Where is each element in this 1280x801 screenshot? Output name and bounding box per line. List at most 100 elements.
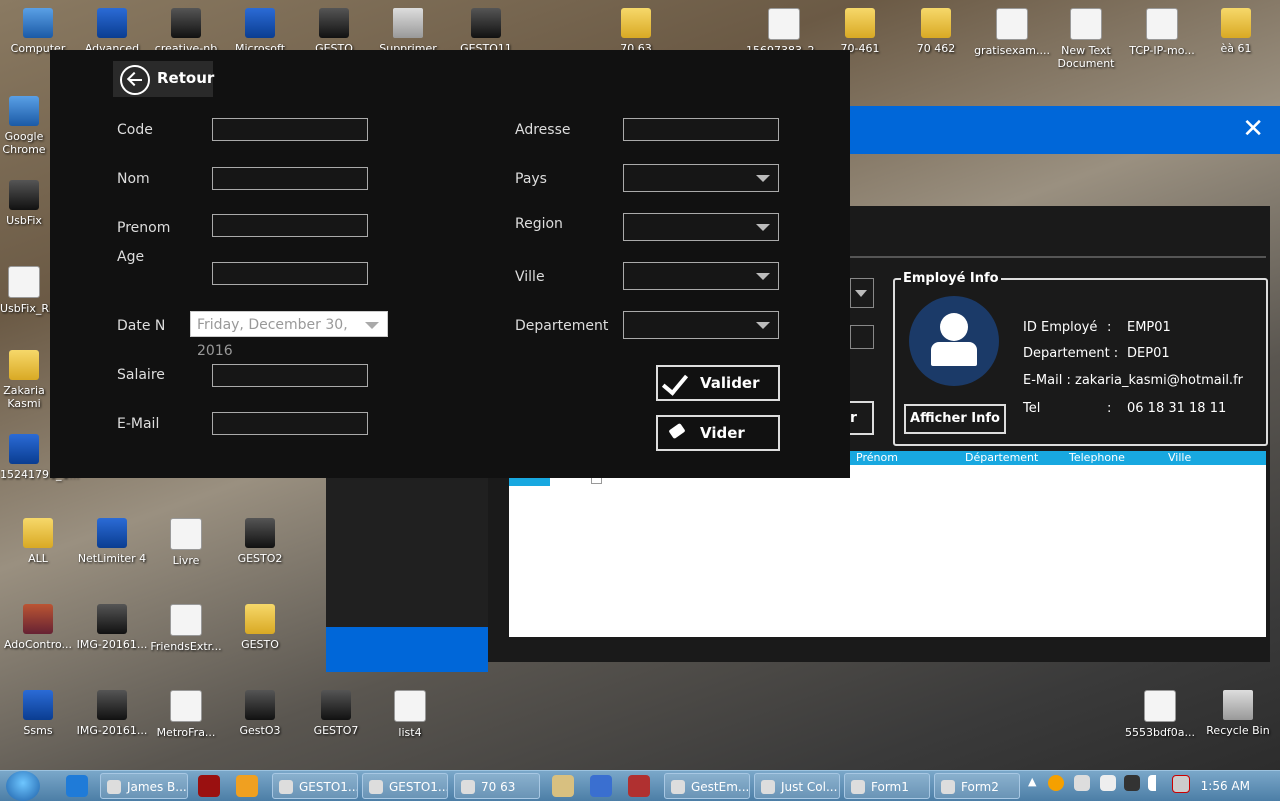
- desktop-icon-img2[interactable]: IMG-20161...: [74, 690, 150, 737]
- app-icon[interactable]: [198, 775, 220, 797]
- desktop-icon-chrome[interactable]: Google Chrome: [0, 96, 48, 156]
- tray-network-icon[interactable]: [1074, 775, 1090, 791]
- adresse-input[interactable]: [623, 118, 779, 141]
- desktop-icon-creative[interactable]: creative-nb: [148, 8, 224, 55]
- signal-icon[interactable]: [1148, 775, 1164, 791]
- desktop-icon-new-text[interactable]: New Text Document: [1048, 8, 1124, 70]
- grid-col-telephone[interactable]: Telephone: [1069, 451, 1125, 465]
- document-icon: [1146, 8, 1178, 40]
- desktop-icon-usbfix-r[interactable]: UsbFix_R...: [0, 266, 59, 315]
- start-button[interactable]: [6, 771, 40, 801]
- desktop-icon-gesto2[interactable]: GESTO2: [222, 518, 298, 565]
- afficher-info-button[interactable]: Afficher Info: [904, 404, 1006, 434]
- desktop-icon-ssms[interactable]: Ssms: [0, 690, 76, 737]
- desktop-icon-computer[interactable]: Computer: [0, 8, 76, 55]
- grid-col-departement[interactable]: Département: [965, 451, 1038, 465]
- desktop-icon-tcp-ip[interactable]: TCP-IP-mo...: [1124, 8, 1200, 57]
- taskbar-item-chrome[interactable]: James B...: [100, 773, 188, 799]
- region-select[interactable]: [623, 213, 779, 241]
- desktop-icon-gratisexam[interactable]: gratisexam....: [974, 8, 1050, 57]
- desktop-icon-adocontrol[interactable]: AdoContro...: [0, 604, 76, 651]
- form1-button-fragment[interactable]: r: [850, 401, 874, 435]
- desktop-icon-gesto7[interactable]: GESTO7: [298, 690, 374, 737]
- tray-app-icon[interactable]: [1048, 775, 1064, 791]
- info-colon: :: [1107, 401, 1112, 416]
- salaire-input[interactable]: [212, 364, 368, 387]
- desktop-icon-70-461[interactable]: 70-461: [822, 8, 898, 55]
- tray-security-icon[interactable]: [1124, 775, 1140, 791]
- pays-select[interactable]: [623, 164, 779, 192]
- valider-button[interactable]: Valider: [656, 365, 780, 401]
- ville-select[interactable]: [623, 262, 779, 290]
- desktop-icon-70-63[interactable]: 70 63: [598, 8, 674, 55]
- taskbar-item-form2[interactable]: Form2: [934, 773, 1020, 799]
- document-icon: [9, 434, 39, 464]
- label-pays: Pays: [515, 171, 547, 187]
- desktop-icon-gesto[interactable]: GESTO: [296, 8, 372, 55]
- document-icon: [170, 690, 202, 722]
- ie-icon[interactable]: [66, 775, 88, 797]
- form1-side-accent: [326, 627, 488, 672]
- taskbar-item-gesto1-a[interactable]: GESTO1...: [272, 773, 358, 799]
- media-icon[interactable]: [236, 775, 258, 797]
- label-code: Code: [117, 122, 153, 138]
- form1-combo-fragment[interactable]: [850, 278, 874, 308]
- desktop-icon-advanced[interactable]: Advanced: [74, 8, 150, 55]
- employee-info-title: Employé Info: [901, 271, 1001, 286]
- tray-usb-icon[interactable]: [1100, 775, 1116, 791]
- nom-input[interactable]: [212, 167, 368, 190]
- taskbar-item-form1[interactable]: Form1: [844, 773, 930, 799]
- desktop-icon-supprimer[interactable]: Supprimer: [370, 8, 446, 55]
- form1-input-fragment[interactable]: [850, 325, 874, 349]
- employee-grid[interactable]: Prénom Département Telephone Ville: [509, 451, 1266, 637]
- tool-icon[interactable]: [552, 775, 574, 797]
- folder-icon: [23, 518, 53, 548]
- vider-button[interactable]: Vider: [656, 415, 780, 451]
- departement-select[interactable]: [623, 311, 779, 339]
- desktop-icon-gesto11[interactable]: GESTO11: [448, 8, 524, 55]
- date-picker[interactable]: Friday, December 30, 2016: [190, 311, 388, 359]
- desktop-icon-friends[interactable]: FriendsExtr...: [148, 604, 224, 653]
- age-input[interactable]: [212, 262, 368, 285]
- desktop-icon-gesto3[interactable]: GestO3: [222, 690, 298, 737]
- desktop-icon-usbfix[interactable]: UsbFix: [0, 180, 48, 227]
- desktop-icon-gesto-folder[interactable]: GESTO: [222, 604, 298, 651]
- email-input[interactable]: [212, 412, 368, 435]
- label-ville: Ville: [515, 269, 545, 285]
- taskbar-item-justcol[interactable]: Just Col...: [754, 773, 840, 799]
- prenom-input[interactable]: [212, 214, 368, 237]
- taskbar-item-70-63[interactable]: 70 63: [454, 773, 540, 799]
- folder-icon: [621, 8, 651, 38]
- desktop-icon-img1[interactable]: IMG-20161...: [74, 604, 150, 651]
- chrome-icon[interactable]: [590, 775, 612, 797]
- image-icon: [97, 604, 127, 634]
- retour-button[interactable]: Retour: [113, 61, 214, 97]
- desktop-icon-70-462[interactable]: 70 462: [898, 8, 974, 55]
- desktop-icon-microsoft[interactable]: Microsoft: [222, 8, 298, 55]
- recycle-icon: [393, 8, 423, 38]
- info-value-departement: DEP01: [1127, 346, 1170, 361]
- clock[interactable]: 1:56 AM: [1201, 771, 1250, 801]
- download-icon[interactable]: [628, 775, 650, 797]
- app-icon: [245, 518, 275, 548]
- grid-col-ville[interactable]: Ville: [1168, 451, 1191, 465]
- desktop-icon-livre[interactable]: Livre: [148, 518, 224, 567]
- desktop-icon-netlimiter[interactable]: NetLimiter 4: [74, 518, 150, 565]
- desktop-icon-ea61[interactable]: èà 61: [1198, 8, 1274, 55]
- desktop-icon-recycle-bin[interactable]: Recycle Bin: [1200, 690, 1276, 737]
- desktop-icon-15241791[interactable]: 15241791_1...: [0, 434, 79, 481]
- code-input[interactable]: [212, 118, 368, 141]
- desktop-icon-metro[interactable]: MetroFra...: [148, 690, 224, 739]
- document-icon: [1070, 8, 1102, 40]
- desktop-icon-zakaria[interactable]: Zakaria Kasmi: [0, 350, 48, 410]
- close-icon[interactable]: ✕: [1242, 114, 1264, 144]
- grid-col-prenom[interactable]: Prénom: [856, 451, 898, 465]
- taskbar-item-gestem[interactable]: GestEm...: [664, 773, 750, 799]
- volume-muted-icon[interactable]: [1172, 775, 1190, 793]
- app-icon: [23, 690, 53, 720]
- tray-expand-icon[interactable]: ▲: [1028, 775, 1042, 797]
- desktop-icon-5553[interactable]: 5553bdf0a...: [1122, 690, 1198, 739]
- taskbar-item-gesto1-b[interactable]: GESTO1...: [362, 773, 448, 799]
- desktop-icon-list4[interactable]: list4: [372, 690, 448, 739]
- desktop-icon-all[interactable]: ALL: [0, 518, 76, 565]
